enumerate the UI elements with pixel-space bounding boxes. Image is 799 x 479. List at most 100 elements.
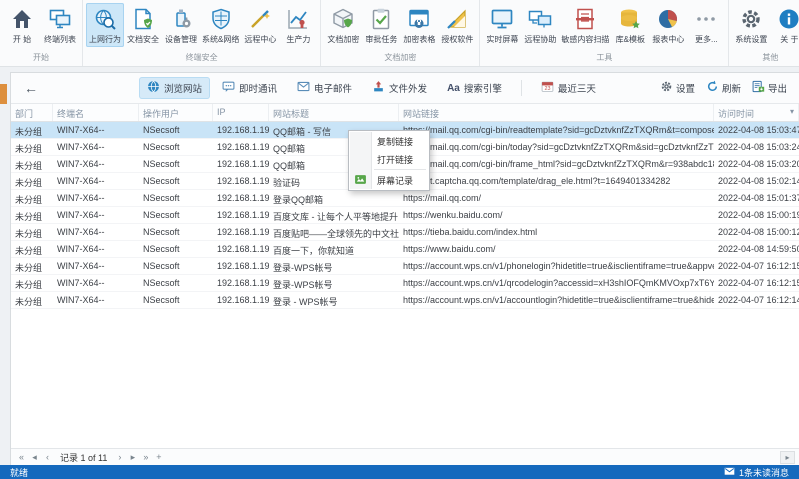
about-button[interactable]: 关 于 (770, 3, 799, 47)
tab-file-outgoing[interactable]: 文件外发 (364, 77, 435, 99)
first-record-button[interactable]: « (15, 450, 28, 465)
tab-label: 最近三天 (557, 84, 596, 95)
table-cell: https://mail.qq.com/cgi-bin/today?sid=gc… (403, 142, 714, 152)
tab-label: 即时通讯 (239, 84, 278, 95)
report-center-button[interactable]: 报表中心 (649, 3, 687, 47)
menu-separator (374, 169, 426, 170)
tabbar-actions: 设置 刷新 导出 (660, 80, 791, 96)
tab-label: 搜索引擎 (463, 84, 502, 95)
gear-icon (660, 80, 673, 96)
home-button[interactable]: 开 始 (3, 3, 41, 47)
prev-page-button[interactable]: ◂ (28, 450, 41, 465)
table-cell: NSecsoft (143, 210, 180, 220)
table-cell: WIN7-X64-- (57, 278, 105, 288)
column-header[interactable]: 访问时间 ▾ (714, 104, 799, 121)
hscroll-right-button[interactable]: ▸ (780, 450, 795, 464)
table-row[interactable]: 未分组 WIN7-X64-- NSecsoft 192.168.1.190 百度一下，你… (11, 241, 799, 258)
table-cell: NSecsoft (143, 244, 180, 254)
table-row[interactable]: 未分组 WIN7-X64-- NSecsoft 192.168.1.190 登录-WPS… (11, 258, 799, 275)
table-cell: WIN7-X64-- (57, 142, 105, 152)
table-row[interactable]: 未分组 WIN7-X64-- NSecsoft 192.168.1.190 百度文库 -… (11, 207, 799, 224)
productivity-button[interactable]: 生产力 (279, 3, 317, 47)
terminal-list-button[interactable]: 终端列表 (41, 3, 79, 47)
ribbon-button-label: 库&模板 (615, 35, 646, 44)
library-template-button[interactable]: 库&模板 (611, 3, 649, 47)
table-cell: 未分组 (15, 212, 43, 222)
column-header[interactable]: 操作用户 (139, 104, 213, 121)
prev-record-button[interactable]: ‹ (41, 450, 54, 465)
doc-encryption-button[interactable]: 文档加密 (324, 3, 362, 47)
table-cell: 未分组 (15, 178, 43, 188)
table-cell: 未分组 (15, 263, 43, 273)
table-cell: 2022-04-07 16:12:15 (718, 278, 799, 288)
table-cell: WIN7-X64-- (57, 295, 105, 305)
ribbon-toolbar: 开 始终端列表 开始 上网行为 文档安全 设备管理 系统&网络 远程中心 生产力 终端安全 文档加… (0, 0, 799, 67)
collapsed-panel-handle[interactable] (0, 84, 7, 104)
menu-item[interactable]: 打开链接 (350, 150, 428, 168)
ribbon-button-label: 授权软件 (441, 35, 474, 44)
table-cell: 2022-04-08 15:00:19 (718, 210, 799, 220)
next-record-button[interactable]: › (113, 450, 126, 465)
table-cell: 192.168.1.190 (217, 176, 269, 186)
realtime-screen-button[interactable]: 实时屏幕 (483, 3, 521, 47)
menu-item-label: 打开链接 (377, 154, 414, 165)
table-cell: 192.168.1.190 (217, 125, 269, 135)
table-cell: 登录-WPS帐号 (273, 280, 333, 290)
table-row[interactable]: 未分组 WIN7-X64-- NSecsoft 192.168.1.190 百度贴吧——… (11, 224, 799, 241)
doc-security-button[interactable]: 文档安全 (124, 3, 162, 47)
table-row[interactable]: 未分组 WIN7-X64-- NSecsoft 192.168.1.190 登录QQ邮箱… (11, 190, 799, 207)
ribbon-button-label: 生产力 (286, 35, 311, 44)
ribbon-button-label: 远程协助 (524, 35, 557, 44)
table-row[interactable]: 未分组 WIN7-X64-- NSecsoft 192.168.1.190 登录-WPS… (11, 275, 799, 292)
append-record-button[interactable]: + (152, 450, 165, 465)
sensitive-scan-button[interactable]: 敏感内容扫描 (559, 3, 611, 47)
table-cell: WIN7-X64-- (57, 159, 105, 169)
column-header[interactable]: 部门 (11, 104, 53, 121)
menu-item[interactable]: 复制链接 (350, 132, 428, 150)
column-header[interactable]: 终端名 (53, 104, 139, 121)
back-button[interactable]: ← (19, 77, 43, 99)
gear-button[interactable]: 设置 (660, 80, 695, 96)
tab-mail[interactable]: 电子邮件 (289, 77, 360, 99)
table-cell: NSecsoft (143, 176, 180, 186)
table-cell: 百度贴吧——全球领先的中文社区 (273, 229, 399, 239)
tab-calendar[interactable]: 23 最近三天 (533, 77, 604, 99)
remote-center-button[interactable]: 远程中心 (241, 3, 279, 47)
more-button[interactable]: 更多... (687, 3, 725, 47)
column-header[interactable]: 网站链接 (399, 104, 714, 121)
table-row[interactable]: 未分组 WIN7-X64-- NSecsoft 192.168.1.190 登录 - W… (11, 292, 799, 309)
status-text: 就绪 (10, 467, 29, 478)
licensed-software-icon (445, 6, 469, 32)
system-settings-button[interactable]: 系统设置 (732, 3, 770, 47)
menu-item[interactable]: 屏幕记录 (350, 171, 428, 189)
column-header[interactable]: IP (213, 104, 269, 121)
column-menu-icon[interactable]: ▾ (790, 107, 794, 118)
remote-assist-button[interactable]: 远程协助 (521, 3, 559, 47)
table-cell: 2022-04-08 15:01:37 (718, 193, 799, 203)
export-button[interactable]: 导出 (752, 80, 787, 96)
table-cell: 未分组 (15, 246, 43, 256)
last-record-button[interactable]: » (139, 450, 152, 465)
column-header[interactable]: 网站标题 (269, 104, 399, 121)
refresh-button[interactable]: 刷新 (706, 80, 741, 96)
table-cell: NSecsoft (143, 227, 180, 237)
unread-message-text[interactable]: 1条未读消息 (739, 466, 789, 479)
next-page-button[interactable]: ▸ (126, 450, 139, 465)
table-cell: 2022-04-08 14:59:50 (718, 244, 799, 254)
table-cell: NSecsoft (143, 142, 180, 152)
table-cell: https://account.wps.cn/v1/phonelogin?hid… (403, 261, 714, 271)
ribbon-button-label: 设备管理 (165, 35, 197, 44)
tab-chat[interactable]: 即时通讯 (214, 77, 285, 99)
tab-globe[interactable]: 浏览网站 (139, 77, 211, 99)
table-cell: 未分组 (15, 195, 43, 205)
tab-aa[interactable]: Aa 搜索引擎 (439, 78, 510, 98)
home-icon (10, 6, 34, 32)
internet-behavior-button[interactable]: 上网行为 (86, 3, 124, 47)
ribbon-group: 上网行为 文档安全 设备管理 系统&网络 远程中心 生产力 终端安全 (83, 0, 322, 66)
approval-task-button[interactable]: 审批任务 (362, 3, 400, 47)
unread-mail-icon[interactable] (724, 466, 735, 479)
system-network-button[interactable]: 系统&网络 (200, 3, 241, 47)
device-management-button[interactable]: 设备管理 (162, 3, 200, 47)
encrypted-form-button[interactable]: 加密表格 (400, 3, 438, 47)
licensed-software-button[interactable]: 授权软件 (438, 3, 476, 47)
